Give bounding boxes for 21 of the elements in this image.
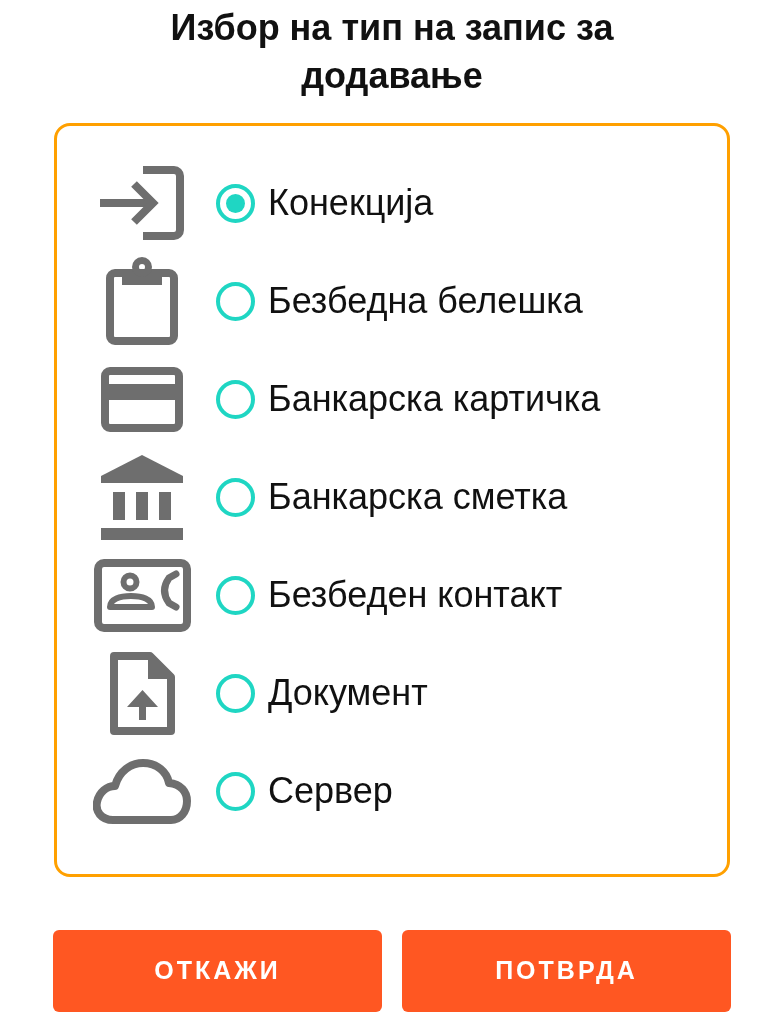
option-label[interactable]: Безбеден контакт — [268, 573, 563, 617]
radio-button[interactable] — [216, 575, 255, 615]
option-label[interactable]: Банкарска сметка — [268, 475, 568, 519]
bank-building-icon — [101, 454, 183, 540]
credit-card-icon — [101, 366, 183, 432]
option-label[interactable]: Банкарска картичка — [268, 377, 601, 421]
radio-button[interactable] — [216, 673, 255, 713]
radio-button[interactable] — [216, 771, 255, 811]
file-upload-icon — [109, 651, 175, 735]
option-label[interactable]: Безбедна белешка — [268, 279, 583, 323]
radio-button[interactable] — [216, 477, 255, 517]
clipboard-icon — [106, 257, 178, 345]
contact-card-icon — [93, 558, 191, 632]
option-label[interactable]: Документ — [268, 671, 428, 715]
cloud-icon — [93, 758, 191, 824]
radio-button[interactable] — [216, 183, 255, 223]
option-label[interactable]: Сервер — [268, 769, 393, 813]
option-label[interactable]: Конекција — [268, 181, 434, 225]
dialog-title: Избор на тип на запис за додавање — [169, 6, 615, 98]
radio-button[interactable] — [216, 281, 255, 321]
radio-button[interactable] — [216, 379, 255, 419]
